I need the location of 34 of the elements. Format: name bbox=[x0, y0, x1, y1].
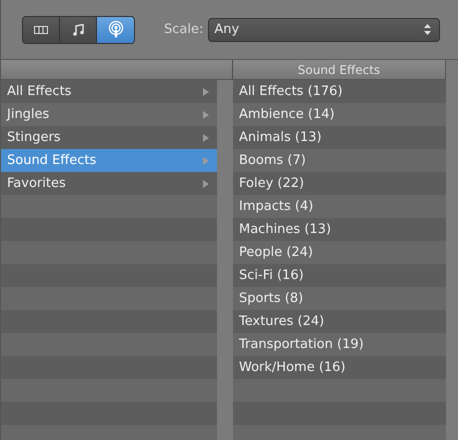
scale-dropdown[interactable]: Any bbox=[208, 18, 440, 42]
view-switcher[interactable] bbox=[22, 16, 135, 44]
list-item[interactable]: Impacts (4) bbox=[233, 195, 446, 218]
list-item[interactable]: All Effects bbox=[1, 80, 217, 103]
list-item[interactable]: Transportation (19) bbox=[233, 333, 446, 356]
list-item[interactable]: Sound Effects bbox=[1, 149, 217, 172]
disclosure-arrow-icon bbox=[203, 134, 209, 142]
podcast-view-button[interactable] bbox=[97, 16, 134, 42]
stepper-arrows-icon bbox=[424, 24, 432, 35]
list-item[interactable]: Foley (22) bbox=[233, 172, 446, 195]
music-note-icon bbox=[72, 24, 84, 36]
list-item[interactable]: People (24) bbox=[233, 241, 446, 264]
scale-label: Scale: bbox=[164, 22, 204, 37]
list-item[interactable]: Sci-Fi (16) bbox=[233, 264, 446, 287]
column-title: Sound Effects bbox=[298, 62, 380, 76]
list-item[interactable]: Machines (13) bbox=[233, 218, 446, 241]
podcast-icon bbox=[108, 21, 124, 38]
disclosure-arrow-icon bbox=[203, 88, 209, 96]
list-item[interactable]: Sports (8) bbox=[233, 287, 446, 310]
list-item[interactable]: Work/Home (16) bbox=[233, 356, 446, 379]
music-view-button[interactable] bbox=[60, 16, 97, 42]
disclosure-arrow-icon bbox=[203, 110, 209, 118]
disclosure-arrow-icon bbox=[203, 180, 209, 188]
columns-icon bbox=[34, 26, 48, 34]
list-item[interactable]: Animals (13) bbox=[233, 126, 446, 149]
columns-view-button[interactable] bbox=[23, 16, 60, 42]
list-item[interactable]: Ambience (14) bbox=[233, 103, 446, 126]
list-item[interactable]: Jingles bbox=[1, 103, 217, 126]
list-item[interactable]: Booms (7) bbox=[233, 149, 446, 172]
list-item[interactable]: Textures (24) bbox=[233, 310, 446, 333]
list-item[interactable]: All Effects (176) bbox=[233, 80, 446, 103]
list-item[interactable]: Stingers bbox=[1, 126, 217, 149]
disclosure-arrow-icon bbox=[203, 156, 209, 164]
list-item[interactable]: Favorites bbox=[1, 172, 217, 195]
